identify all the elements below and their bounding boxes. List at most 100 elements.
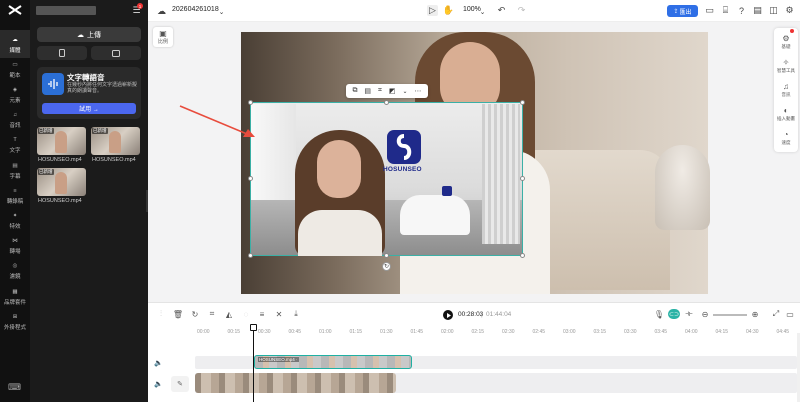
right-tool-speed[interactable]: ◔ 速度: [774, 126, 798, 150]
right-tool-label: 速度: [781, 140, 791, 145]
ruler-tick-label: 02:00: [441, 329, 454, 335]
replace-icon[interactable]: ⧉: [352, 87, 357, 95]
delete-icon[interactable]: 🗑: [173, 309, 183, 319]
timeline-zoom-slider[interactable]: [713, 314, 747, 316]
ruler-tick-label: 04:00: [685, 329, 698, 335]
rail-item-audio[interactable]: ♫ 音訊: [0, 106, 30, 134]
media-thumbnail[interactable]: 已新增: [91, 127, 140, 155]
crop-icon[interactable]: ⌗: [378, 87, 382, 95]
keyboard-shortcuts-icon[interactable]: ⌨: [8, 382, 21, 393]
select-tool-icon[interactable]: ▷: [427, 5, 438, 16]
overlay-woman-face: [317, 140, 361, 198]
red-arrow-annotation: [179, 105, 255, 137]
zoom-chevron-icon[interactable]: ⌄: [477, 6, 488, 17]
zoom-in-icon[interactable]: ⊕: [750, 309, 760, 319]
import-button[interactable]: [91, 46, 141, 60]
cover-edit-icon[interactable]: ✎: [171, 376, 189, 392]
cloud-upload-icon: ☁: [77, 31, 84, 39]
rail-item-label: 轉錄稿: [6, 198, 24, 205]
redo-icon[interactable]: ↷: [516, 5, 527, 16]
speed-disabled-icon[interactable]: ◌: [241, 309, 251, 319]
magnet-toggle-icon[interactable]: ⊂⊃: [668, 309, 680, 319]
current-time: 00:28:03: [458, 311, 484, 318]
remove-bg-icon[interactable]: ✕: [274, 309, 284, 319]
dropdown-chevron-icon[interactable]: ⌄: [402, 88, 407, 95]
rotate-icon[interactable]: ↻: [382, 262, 391, 271]
plugins-icon: ⊞: [12, 313, 18, 320]
main-video-clip[interactable]: [195, 373, 396, 393]
right-tool-audio[interactable]: ♫ 音訊: [774, 78, 798, 102]
play-button[interactable]: [443, 310, 453, 320]
share-icon[interactable]: ⌸: [720, 5, 731, 16]
rail-item-media[interactable]: ☁ 媒體: [0, 30, 30, 58]
download-icon[interactable]: ⤓: [291, 309, 301, 319]
upload-button[interactable]: ☁ 上傳: [37, 27, 141, 42]
chevron-down-icon[interactable]: ⌄: [216, 6, 227, 17]
layers-icon[interactable]: ▤: [364, 87, 371, 95]
microphone-icon[interactable]: 🎙: [654, 309, 664, 319]
link-icon[interactable]: ⟛: [684, 309, 694, 319]
resize-handle-top[interactable]: [384, 100, 389, 105]
more-icon[interactable]: ⋯: [414, 87, 421, 95]
rail-item-effects[interactable]: ✦ 特效: [0, 206, 30, 234]
undo-icon[interactable]: ↶: [496, 5, 507, 16]
main-track-audio-icon[interactable]: 🔈: [154, 379, 163, 388]
media-thumbnail[interactable]: 已新增: [37, 168, 86, 196]
resize-handle-right[interactable]: [520, 176, 525, 181]
total-duration: 01:44:04: [486, 311, 512, 318]
added-tag: 已新增: [38, 128, 54, 134]
app-logo-icon[interactable]: [7, 4, 23, 16]
resize-handle-bottom[interactable]: [384, 253, 389, 258]
resize-handle-left[interactable]: [248, 176, 253, 181]
rail-item-plugins[interactable]: ⊞ 外掛程式: [0, 307, 30, 335]
audio-icon: ♫: [12, 112, 18, 119]
rail-item-brand-kit[interactable]: ▦ 品牌套件: [0, 282, 30, 310]
export-button[interactable]: ⇪ 匯出: [667, 5, 698, 17]
present-icon[interactable]: ▭: [704, 5, 715, 16]
mask-icon[interactable]: ◩: [389, 87, 396, 95]
layout-icon[interactable]: ◫: [768, 5, 779, 16]
captions-tool-icon[interactable]: ≡: [257, 309, 267, 319]
playhead-handle[interactable]: [250, 324, 257, 331]
aspect-ratio-button[interactable]: ▣ 比例: [153, 27, 173, 47]
rail-item-transition[interactable]: ⋈ 轉場: [0, 232, 30, 260]
playhead[interactable]: [253, 325, 254, 402]
help-icon[interactable]: ?: [736, 5, 747, 16]
rail-item-template[interactable]: ▭ 範本: [0, 55, 30, 83]
timeline-settings-icon[interactable]: ▭: [785, 309, 795, 319]
try-button[interactable]: 試用 →: [42, 103, 136, 114]
phone-import-button[interactable]: [37, 46, 87, 60]
resize-handle-top-right[interactable]: [520, 100, 525, 105]
zoom-out-icon[interactable]: ⊖: [700, 309, 710, 319]
workspace-name-redacted[interactable]: [36, 6, 96, 15]
crop-tool-icon[interactable]: ⌗: [207, 309, 217, 319]
shortcuts-icon[interactable]: ▤: [752, 5, 763, 16]
media-thumbnail[interactable]: 已新增: [37, 127, 86, 155]
right-tool-animation[interactable]: ◐ 插入動畫: [774, 102, 798, 126]
cloud-sync-icon[interactable]: ☁: [156, 6, 167, 17]
resize-handle-bottom-right[interactable]: [520, 253, 525, 258]
resize-handle-bottom-left[interactable]: [248, 253, 253, 258]
rail-item-label: 元素: [9, 97, 21, 104]
replay-icon[interactable]: ↻: [190, 309, 200, 319]
rail-item-captions[interactable]: ▤ 字幕: [0, 156, 30, 184]
time-separator: |: [481, 311, 483, 318]
hand-tool-icon[interactable]: ✋: [443, 5, 454, 16]
right-tool-smart-tools[interactable]: ✧ 智慧工具: [774, 54, 798, 78]
rail-item-transcript[interactable]: ≡ 轉錄稿: [0, 181, 30, 209]
settings-icon[interactable]: ⚙: [784, 5, 795, 16]
split-icon[interactable]: ⫶: [156, 309, 166, 319]
rail-item-elements[interactable]: ◈ 元素: [0, 80, 30, 108]
rail-item-text[interactable]: T 文字: [0, 131, 30, 159]
mirror-icon[interactable]: ◭: [224, 309, 234, 319]
media-name: HOSUNSEO.mp4: [92, 157, 136, 163]
project-name[interactable]: 202604261018: [172, 6, 219, 13]
ruler-tick-label: 01:30: [380, 329, 393, 335]
right-tool-basic[interactable]: ⚙ 基礎: [774, 30, 798, 54]
fit-timeline-icon[interactable]: ⤢: [771, 309, 781, 319]
overlay-desk-logo: [442, 186, 452, 196]
track-audio-icon[interactable]: 🔈: [154, 358, 163, 367]
rail-item-filter[interactable]: ◎ 濾鏡: [0, 257, 30, 285]
promo-description: 在幾秒內將任何文字透過嶄新擬真的朗讀聲音。: [67, 82, 138, 94]
filter-icon: ◎: [12, 263, 18, 270]
